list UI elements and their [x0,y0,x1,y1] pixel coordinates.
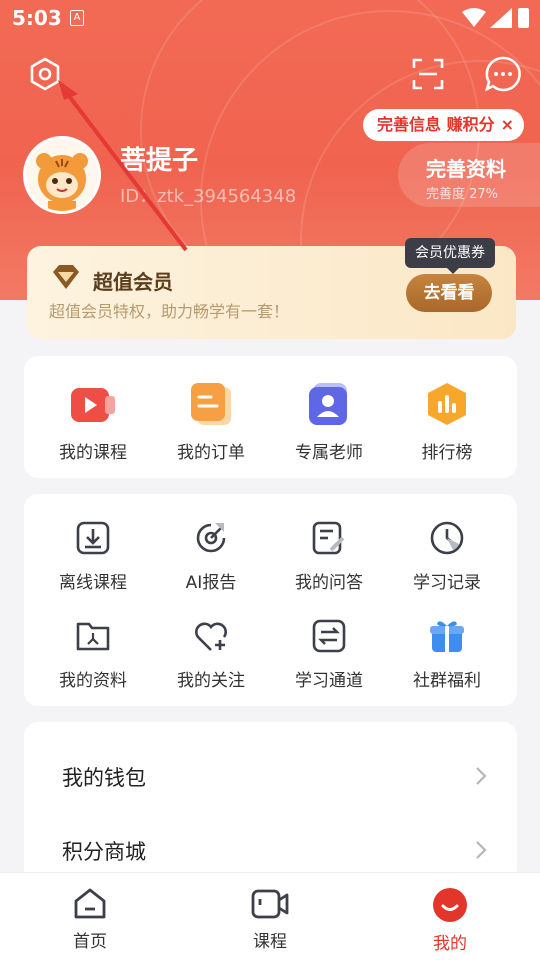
profile-tip-badge[interactable]: 完善信息 赚积分 × [363,109,524,141]
quick-action-label: 我的订单 [177,443,245,463]
tools-card: 离线课程 AI报告 我的问答 学习记录 我的资料 我的关注 学习通道 社群福利 [24,494,517,706]
complete-profile-progress: 完善度 27% [426,187,499,202]
tool-label: 学习通道 [295,671,363,691]
scan-button[interactable] [408,54,448,94]
complete-profile-button[interactable]: 完善资料 完善度 27% [398,143,540,207]
tool-label: 我的关注 [177,671,245,691]
tab-label: 首页 [73,932,107,952]
settings-button[interactable] [26,55,64,93]
wifi-icon [462,8,486,27]
chevron-right-icon [476,767,487,785]
vip-banner[interactable]: 超值会员 超值会员特权，助力畅学有一套！ 会员优惠券 去看看 [27,238,516,339]
diamond-icon [53,265,79,289]
profile-tip-text: 完善信息 赚积分 [377,115,495,134]
tool-label: AI报告 [185,573,237,593]
menu-item-wallet[interactable]: 我的钱包 [24,746,517,806]
ai-report-icon [196,523,226,553]
tool-study-record[interactable]: 学习记录 [388,518,506,593]
username: 菩提子 [120,146,199,176]
menu-item-points-mall[interactable]: 积分商城 [24,820,517,880]
quick-action-label: 我的课程 [59,443,127,463]
quick-action-my-courses[interactable]: 我的课程 [34,380,152,463]
qa-icon [312,521,345,555]
vip-coupon-badge: 会员优惠券 [405,238,495,274]
message-icon [484,56,521,92]
quick-action-label: 排行榜 [421,443,473,463]
menu-card: 我的钱包 积分商城 [24,722,517,882]
tool-my-materials[interactable]: 我的资料 [34,616,152,691]
tool-study-channel[interactable]: 学习通道 [270,616,388,691]
tab-label: 课程 [253,932,287,952]
vip-title: 超值会员 [93,270,173,294]
download-icon [76,521,110,555]
tab-label: 我的 [433,934,467,954]
profile-smile-icon [433,888,467,922]
quick-action-ranking[interactable]: 排行榜 [388,380,506,463]
tool-label: 离线课程 [59,573,127,593]
tool-label: 我的问答 [295,573,363,593]
tab-mine[interactable]: 我的 [360,873,540,960]
complete-profile-title: 完善资料 [426,157,506,181]
tool-my-qa[interactable]: 我的问答 [270,518,388,593]
close-icon[interactable]: × [501,115,514,134]
course-video-icon [251,889,289,919]
tool-community-benefits[interactable]: 社群福利 [388,616,506,691]
battery-icon [518,8,529,28]
video-course-icon [71,388,115,422]
status-bar: 5:03 A [0,0,540,36]
settings-hex-icon [30,57,60,91]
user-id: ID：ztk_394564348 [120,186,297,207]
quick-actions-card: 我的课程 我的订单 专属老师 排行榜 [24,356,517,478]
order-icon [191,383,231,425]
home-icon [74,888,106,919]
quick-action-my-orders[interactable]: 我的订单 [152,380,270,463]
vip-go-button[interactable]: 去看看 [406,274,492,312]
tool-label: 我的资料 [59,671,127,691]
menu-item-label: 积分商城 [62,840,146,864]
tool-ai-report[interactable]: AI报告 [152,518,270,593]
clock-icon [430,521,464,555]
gift-icon [430,621,464,652]
bottom-tab-bar: 首页 课程 我的 [0,872,540,960]
signal-icon [490,8,512,28]
avatar[interactable] [23,136,101,214]
tool-label: 学习记录 [413,573,481,593]
chevron-right-icon [476,841,487,859]
exchange-icon [312,619,346,653]
message-button[interactable] [482,53,524,95]
status-time: 5:03 [12,6,62,30]
ranking-icon [428,383,466,425]
teacher-icon [309,383,347,425]
menu-item-label: 我的钱包 [62,766,146,790]
tiger-avatar-icon [36,153,88,211]
scan-icon [412,58,444,90]
tool-offline-courses[interactable]: 离线课程 [34,518,152,593]
folder-icon [76,622,110,651]
tool-my-follows[interactable]: 我的关注 [152,616,270,691]
vip-description: 超值会员特权，助力畅学有一套！ [49,302,290,321]
heart-plus-icon [195,622,227,651]
tool-label: 社群福利 [413,671,481,691]
quick-action-label: 专属老师 [295,443,363,463]
notification-icon: A [70,10,84,26]
tab-home[interactable]: 首页 [0,873,180,960]
tab-courses[interactable]: 课程 [180,873,360,960]
quick-action-exclusive-teacher[interactable]: 专属老师 [270,380,388,463]
